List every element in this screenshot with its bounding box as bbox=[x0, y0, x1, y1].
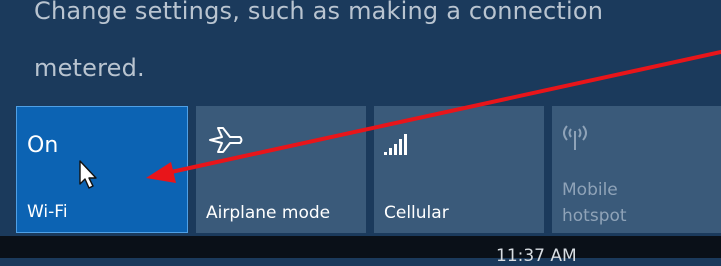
cellular-label: Cellular bbox=[384, 203, 449, 223]
mobile-hotspot-label: Mobile hotspot bbox=[562, 177, 627, 229]
cellular-tile[interactable]: Cellular bbox=[374, 106, 544, 233]
taskbar-clock[interactable]: 11:37 AM bbox=[496, 246, 577, 266]
cellular-signal-icon bbox=[384, 134, 407, 155]
airplane-mode-tile[interactable]: Airplane mode bbox=[196, 106, 366, 233]
mobile-hotspot-label-line-2: hotspot bbox=[562, 206, 627, 226]
mouse-pointer-icon bbox=[79, 160, 97, 189]
taskbar: 11:37 AM bbox=[0, 236, 721, 266]
wifi-tile[interactable]: On Wi-Fi bbox=[16, 106, 188, 233]
mobile-hotspot-tile[interactable]: Mobile hotspot bbox=[552, 106, 721, 233]
airplane-icon bbox=[209, 127, 243, 153]
wifi-state: On bbox=[27, 133, 59, 158]
wifi-label: Wi-Fi bbox=[27, 202, 68, 222]
action-center-panel: Change settings, such as making a connec… bbox=[0, 0, 721, 236]
settings-text-line-1: Change settings, such as making a connec… bbox=[34, 0, 604, 25]
airplane-mode-label: Airplane mode bbox=[206, 203, 331, 223]
mobile-hotspot-label-line-1: Mobile bbox=[562, 180, 618, 200]
mobile-hotspot-icon bbox=[563, 125, 587, 150]
settings-text-line-2: metered. bbox=[34, 54, 145, 82]
